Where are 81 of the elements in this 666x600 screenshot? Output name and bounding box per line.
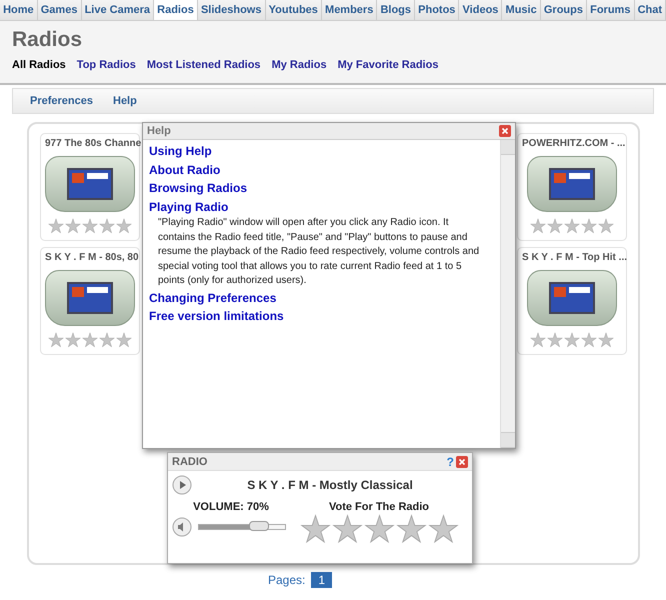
- star-icon[interactable]: [300, 514, 330, 544]
- star-icon[interactable]: [332, 514, 362, 544]
- help-paragraph: "Playing Radio" window will open after you click any Radio icon. It contains the Radio feed title, "Pause" and "Play" buttons to pause and resume the playback of the Radio feed respectively, volume controls and special voting tool that allows you to rate current Radio feed at 1 to 5 points (only for authorized users).: [157, 216, 480, 288]
- star-icon[interactable]: [99, 332, 115, 348]
- rating-stars[interactable]: [530, 332, 614, 348]
- vote-label: Vote For The Radio: [328, 501, 430, 513]
- nav-tab[interactable]: Members: [322, 0, 378, 20]
- subnav-link[interactable]: My Radios: [272, 59, 327, 71]
- star-icon[interactable]: [82, 332, 98, 348]
- star-icon[interactable]: [48, 218, 64, 234]
- rating-stars[interactable]: [48, 218, 132, 234]
- window-title: Help: [147, 125, 171, 137]
- star-icon[interactable]: [564, 332, 580, 348]
- star-icon[interactable]: [82, 218, 98, 234]
- subnav-link[interactable]: Top Radios: [76, 59, 136, 71]
- star-icon[interactable]: [530, 218, 546, 234]
- subnav-link[interactable]: Most Listened Radios: [146, 59, 261, 71]
- pages-label: Pages:: [268, 573, 306, 587]
- star-icon[interactable]: [598, 218, 614, 234]
- nav-tab[interactable]: Photos: [415, 0, 460, 20]
- help-topic-link[interactable]: Playing Radio: [149, 198, 494, 216]
- help-topic-link[interactable]: Using Help: [149, 142, 494, 160]
- station-title: S K Y . F M - Mostly Classical: [246, 478, 414, 492]
- close-icon[interactable]: [499, 125, 511, 137]
- star-icon[interactable]: [581, 218, 597, 234]
- help-topic-link[interactable]: Free version limitations: [149, 307, 494, 326]
- help-topic-link[interactable]: About Radio: [149, 160, 494, 179]
- rating-stars[interactable]: [48, 332, 132, 348]
- radio-card[interactable]: 977 The 80s Channe: [40, 133, 140, 241]
- star-icon[interactable]: [99, 218, 115, 234]
- radio-card[interactable]: S K Y . F M - Top Hit ...: [517, 247, 627, 355]
- star-icon[interactable]: [364, 514, 394, 544]
- star-icon[interactable]: [547, 332, 563, 348]
- star-icon[interactable]: [65, 218, 81, 234]
- star-icon[interactable]: [116, 218, 132, 234]
- window-title: RADIO: [172, 456, 208, 468]
- star-icon[interactable]: [547, 218, 563, 234]
- star-icon[interactable]: [48, 332, 64, 348]
- nav-tab[interactable]: Games: [38, 0, 82, 20]
- star-icon[interactable]: [598, 332, 614, 348]
- nav-tab[interactable]: Youtubes: [266, 0, 322, 20]
- nav-tab[interactable]: Groups: [540, 0, 588, 20]
- radio-title: POWERHITZ.COM - ...: [522, 138, 626, 149]
- radio-title: S K Y . F M - Top Hit ...: [522, 252, 627, 263]
- play-icon[interactable]: [172, 475, 192, 495]
- nav-tab[interactable]: Live Camera: [82, 0, 154, 20]
- toolbar-link[interactable]: Preferences: [30, 95, 93, 107]
- star-icon[interactable]: [581, 332, 597, 348]
- subnav-link[interactable]: My Favorite Radios: [338, 59, 438, 71]
- help-link[interactable]: ?: [446, 454, 454, 468]
- volume-label: VOLUME: 70%: [193, 501, 269, 513]
- volume-slider[interactable]: [198, 524, 286, 530]
- nav-tab[interactable]: Music: [502, 0, 541, 20]
- nav-tab[interactable]: Slideshows: [198, 0, 266, 20]
- nav-tab[interactable]: Radios: [154, 0, 198, 20]
- close-icon[interactable]: [456, 456, 468, 468]
- star-icon[interactable]: [530, 332, 546, 348]
- radio-card[interactable]: POWERHITZ.COM - ...: [517, 133, 627, 241]
- page-link[interactable]: 1: [311, 572, 332, 588]
- star-icon[interactable]: [564, 218, 580, 234]
- speaker-icon[interactable]: [172, 517, 192, 537]
- help-topic-link[interactable]: Changing Preferences: [149, 288, 494, 307]
- page-title: Radios: [12, 27, 84, 53]
- star-icon[interactable]: [116, 332, 132, 348]
- nav-tab[interactable]: Forums: [587, 0, 635, 20]
- toolbar-link[interactable]: Help: [113, 95, 137, 107]
- nav-tab[interactable]: Chat: [634, 0, 666, 20]
- vote-stars[interactable]: [300, 514, 458, 544]
- radio-card[interactable]: S K Y . F M - 80s, 80: [40, 247, 140, 355]
- scrollbar[interactable]: [500, 140, 515, 448]
- nav-tab[interactable]: Videos: [459, 0, 502, 20]
- radio-title: S K Y . F M - 80s, 80: [45, 252, 139, 263]
- star-icon[interactable]: [65, 332, 81, 348]
- nav-tab[interactable]: Blogs: [377, 0, 416, 20]
- radio-title: 977 The 80s Channe: [45, 138, 142, 149]
- star-icon[interactable]: [428, 514, 458, 544]
- subnav-link[interactable]: All Radios: [12, 59, 66, 71]
- star-icon[interactable]: [396, 514, 426, 544]
- nav-tab[interactable]: Home: [0, 0, 38, 20]
- rating-stars[interactable]: [530, 218, 614, 234]
- help-topic-link[interactable]: Browsing Radios: [149, 179, 494, 198]
